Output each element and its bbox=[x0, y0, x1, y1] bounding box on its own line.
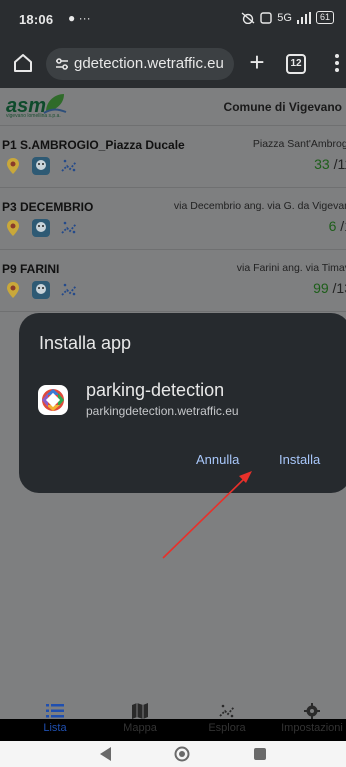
nav-tab-lista[interactable]: Lista bbox=[12, 693, 98, 739]
parking-actions bbox=[4, 219, 78, 237]
municipality-label: Comune di Vigevano bbox=[223, 100, 342, 114]
site-settings-icon[interactable] bbox=[54, 56, 70, 72]
nav-label: Lista bbox=[43, 722, 67, 734]
home-circle-icon[interactable] bbox=[174, 746, 190, 762]
app-url: parkingdetection.wetraffic.eu bbox=[86, 404, 239, 418]
total-spots: /13 bbox=[332, 280, 346, 296]
kebab-menu-icon[interactable] bbox=[332, 52, 342, 74]
nav-label: Mappa bbox=[123, 722, 157, 734]
parking-actions bbox=[4, 281, 78, 299]
free-spots: 99 bbox=[313, 280, 329, 296]
parking-availability: 6 /1 bbox=[329, 218, 346, 234]
network-label: 5G bbox=[277, 11, 292, 24]
notification-icons: ● ··· bbox=[68, 11, 91, 25]
signal-icon bbox=[296, 11, 311, 24]
home-icon[interactable] bbox=[12, 52, 34, 74]
dialog-title: Installa app bbox=[39, 333, 132, 353]
install-button[interactable]: Installa bbox=[279, 452, 320, 467]
alarm-off-icon bbox=[241, 11, 255, 24]
parking-availability: 33 /11 bbox=[314, 156, 346, 172]
status-right-icons: 5G 61 bbox=[241, 11, 334, 24]
cancel-button[interactable]: Annulla bbox=[196, 452, 239, 467]
explore-route-icon[interactable] bbox=[60, 219, 78, 237]
waze-icon[interactable] bbox=[32, 157, 50, 175]
map-icon bbox=[132, 703, 148, 719]
status-bar: 18:06 ● ··· 5G 61 bbox=[0, 0, 346, 40]
parking-name: P9 FARINI bbox=[2, 262, 60, 276]
asm-logo: asm vigevano lomellina s.p.a. bbox=[6, 92, 86, 122]
data-icon bbox=[260, 11, 272, 24]
nav-label: Esplora bbox=[208, 722, 246, 734]
parking-name: P3 DECEMBRIO bbox=[2, 200, 94, 214]
parking-row[interactable]: P3 DECEMBRIO via Decembrio ang. via G. d… bbox=[0, 188, 346, 250]
back-icon[interactable] bbox=[100, 747, 112, 761]
app-name: parking-detection bbox=[86, 380, 225, 400]
waze-icon[interactable] bbox=[32, 281, 50, 299]
parking-row[interactable]: P1 S.AMBROGIO_Piazza Ducale Piazza Sant'… bbox=[0, 126, 346, 188]
google-maps-icon[interactable] bbox=[4, 157, 22, 175]
nav-label: Impostazioni bbox=[281, 722, 343, 734]
nav-tab-impostazioni[interactable]: Impostazioni bbox=[269, 693, 346, 739]
new-tab-button[interactable]: + bbox=[244, 48, 270, 78]
explore-route-icon[interactable] bbox=[60, 157, 78, 175]
site-header: asm vigevano lomellina s.p.a. Comune di … bbox=[0, 88, 346, 126]
google-maps-icon[interactable] bbox=[4, 219, 22, 237]
parking-address: Piazza Sant'Ambrogi bbox=[252, 138, 346, 150]
list-icon bbox=[46, 704, 64, 718]
google-maps-icon[interactable] bbox=[4, 281, 22, 299]
bottom-navigation: Lista Mappa Esplora Impostazioni bbox=[0, 693, 346, 741]
nav-tab-esplora[interactable]: Esplora bbox=[184, 693, 270, 739]
total-spots: /11 bbox=[333, 156, 346, 172]
explore-icon bbox=[219, 704, 235, 718]
parking-row[interactable]: P9 FARINI via Farini ang. via Timav 99 /… bbox=[0, 250, 346, 312]
parking-actions bbox=[4, 157, 78, 175]
recents-icon[interactable] bbox=[254, 748, 266, 760]
gear-icon bbox=[304, 703, 320, 719]
status-time: 18:06 bbox=[19, 12, 54, 27]
install-app-dialog: Installa app parking-detection parkingde… bbox=[19, 313, 346, 493]
url-text: gdetection.wetraffic.eu bbox=[74, 55, 224, 72]
app-icon bbox=[38, 385, 68, 415]
tab-switcher-button[interactable]: 12 bbox=[286, 54, 306, 74]
nav-tab-mappa[interactable]: Mappa bbox=[97, 693, 183, 739]
parking-address: via Decembrio ang. via G. da Vigevan bbox=[173, 200, 346, 212]
browser-toolbar: gdetection.wetraffic.eu + 12 bbox=[0, 40, 346, 88]
free-spots: 33 bbox=[314, 156, 330, 172]
parking-availability: 99 /13 bbox=[313, 280, 346, 296]
logo-leaf-icon bbox=[43, 94, 67, 114]
explore-route-icon[interactable] bbox=[60, 281, 78, 299]
parking-address: via Farini ang. via Timav bbox=[236, 262, 346, 274]
total-spots: /1 bbox=[340, 218, 346, 234]
system-navigation-bar bbox=[0, 741, 346, 767]
battery-icon: 61 bbox=[315, 11, 334, 24]
address-bar[interactable]: gdetection.wetraffic.eu bbox=[46, 48, 234, 80]
waze-icon[interactable] bbox=[32, 219, 50, 237]
parking-name: P1 S.AMBROGIO_Piazza Ducale bbox=[2, 138, 185, 152]
